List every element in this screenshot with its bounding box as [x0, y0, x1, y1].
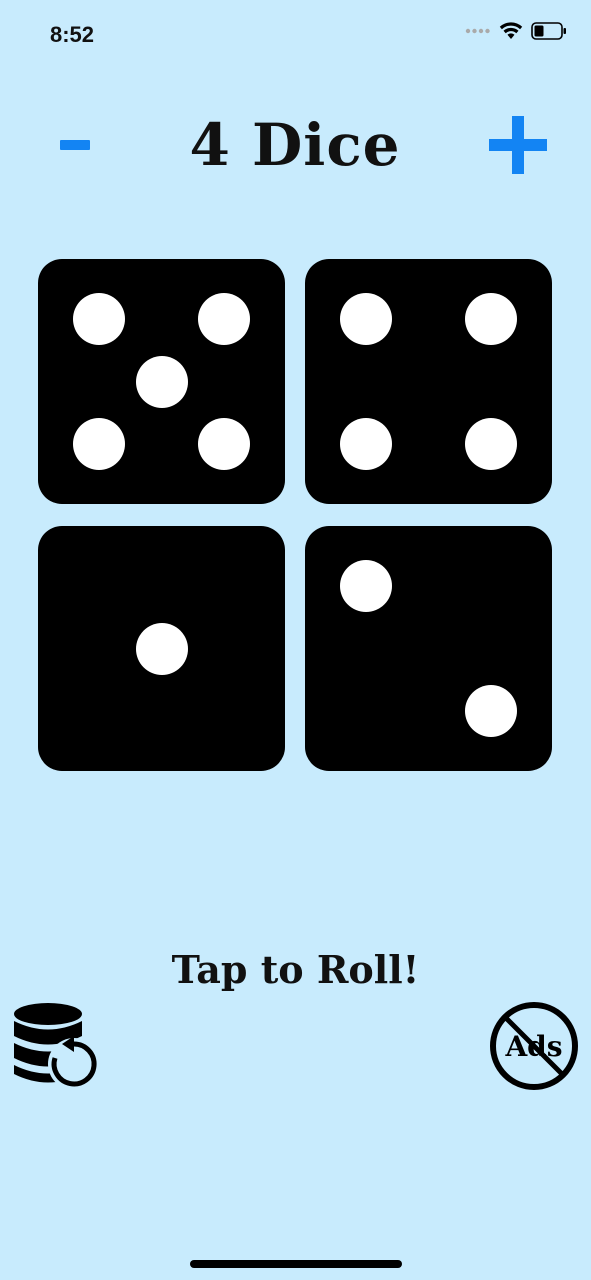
status-time: 8:52 [50, 22, 95, 47]
die-pip [198, 417, 251, 470]
die-pip [339, 293, 392, 346]
die-2[interactable] [305, 259, 552, 504]
status-icons [465, 22, 567, 40]
cellular-signal-icon [465, 28, 490, 34]
die-pip [465, 684, 518, 737]
die-pip [465, 417, 518, 470]
plus-icon [489, 116, 547, 174]
status-bar: 8:52 [0, 0, 591, 70]
no-ads-icon: Ads [490, 1002, 578, 1090]
die-pip [135, 355, 188, 408]
remove-die-button[interactable] [40, 100, 110, 190]
tap-to-roll-label[interactable]: Tap to Roll! [0, 935, 591, 1005]
die-pip [72, 417, 125, 470]
history-reset-button[interactable] [10, 998, 105, 1093]
remove-ads-button[interactable]: Ads [488, 1000, 580, 1092]
die-pip [339, 560, 392, 613]
minus-icon [60, 140, 90, 150]
battery-icon [531, 22, 566, 40]
die-1[interactable] [38, 259, 285, 504]
header: 4 Dice [0, 100, 591, 190]
die-4[interactable] [305, 526, 552, 771]
database-reset-icon [14, 1003, 100, 1090]
dice-count-title: 4 Dice [189, 111, 401, 179]
die-pip [198, 293, 251, 346]
home-indicator [190, 1260, 402, 1268]
die-3[interactable] [38, 526, 285, 771]
dice-grid[interactable] [38, 259, 552, 771]
wifi-icon [499, 22, 523, 39]
die-pip [72, 293, 125, 346]
die-pip [135, 622, 188, 675]
add-die-button[interactable] [482, 100, 554, 190]
die-pip [465, 293, 518, 346]
die-pip [339, 417, 392, 470]
